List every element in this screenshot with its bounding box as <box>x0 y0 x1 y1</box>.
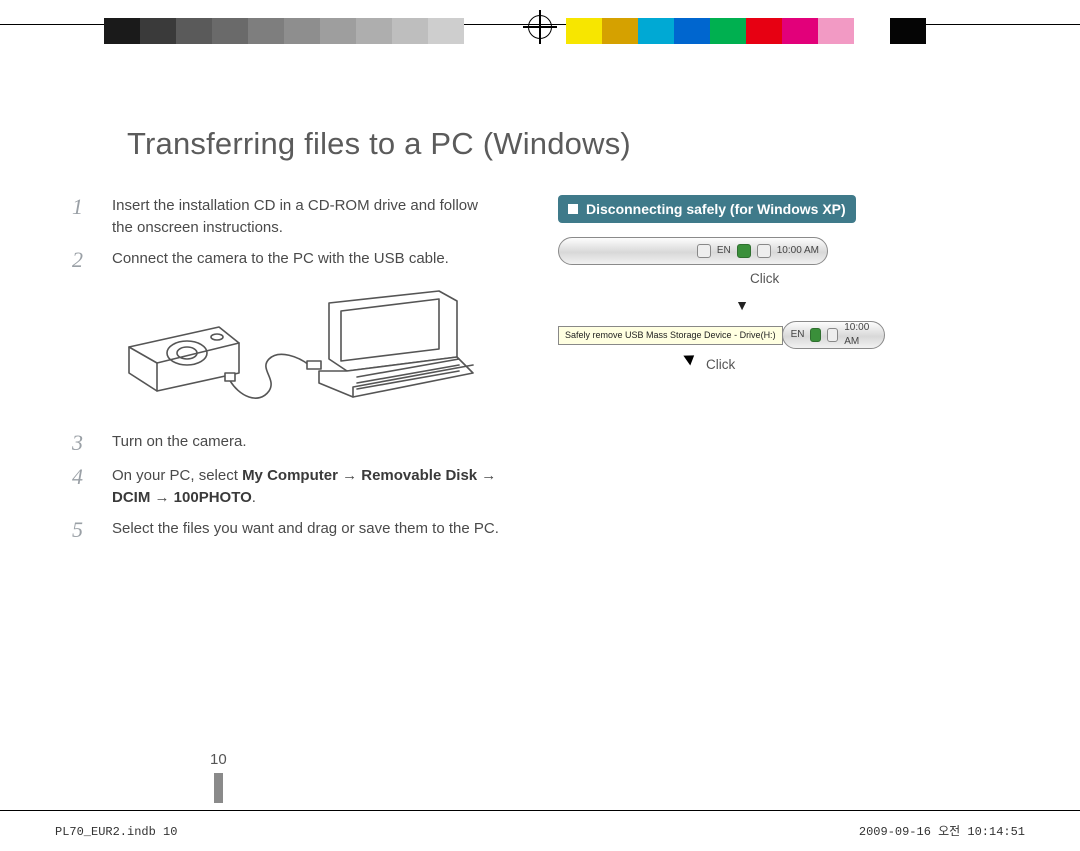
lang-chip <box>697 244 711 258</box>
manual-page: Transferring files to a PC (Windows) 1 I… <box>0 72 1080 851</box>
lang-label: EN <box>791 328 805 343</box>
step-text: Insert the installation CD in a CD-ROM d… <box>112 195 502 239</box>
safely-remove-icon <box>737 244 751 258</box>
taskbar: EN 10:00 AM <box>558 237 828 265</box>
arrow-icon: → <box>150 489 173 506</box>
color-swatches <box>566 18 926 44</box>
remove-tooltip: Safely remove USB Mass Storage Device - … <box>558 326 783 345</box>
step-2: 2 Connect the camera to the PC with the … <box>72 248 502 272</box>
step-1: 1 Insert the installation CD in a CD-ROM… <box>72 195 502 239</box>
disconnect-column: Disconnecting safely (for Windows XP) EN… <box>558 195 1008 553</box>
lang-label: EN <box>717 244 731 259</box>
systray-illustration-1: EN 10:00 AM Click ▼ Safely remove USB Ma… <box>558 237 828 374</box>
step-3: 3 Turn on the camera. <box>72 431 502 455</box>
path-my-computer: My Computer <box>242 467 338 484</box>
path-100photo: 100PHOTO <box>174 489 252 506</box>
path-dcim: DCIM <box>112 489 150 506</box>
clock: 10:00 AM <box>844 321 875 350</box>
tray-chip-icon <box>827 328 838 342</box>
print-footer: PL70_EUR2.indb 10 2009-09-16 오전 10:14:51 <box>0 824 1080 841</box>
footer-timestamp: 2009-09-16 오전 10:14:51 <box>859 824 1025 841</box>
page-number: 10 <box>210 749 227 771</box>
tray-chip-icon <box>757 244 771 258</box>
down-arrow-icon: ▼ <box>730 295 754 315</box>
camera-laptop-diagram <box>96 287 502 417</box>
path-removable-disk: Removable Disk <box>361 467 477 484</box>
step-4-suffix: . <box>252 489 256 506</box>
square-bullet-icon <box>568 204 578 214</box>
taskbar: EN 10:00 AM <box>782 321 885 349</box>
callout-text: Disconnecting safely (for Windows XP) <box>586 199 846 219</box>
instructions-column: 1 Insert the installation CD in a CD-ROM… <box>72 195 502 553</box>
step-number: 1 <box>72 195 112 219</box>
step-number: 5 <box>72 518 112 542</box>
step-number: 3 <box>72 431 112 455</box>
greyscale-swatches <box>104 18 534 44</box>
page-title: Transferring files to a PC (Windows) <box>127 122 1008 167</box>
step-number: 2 <box>72 248 112 272</box>
clock: 10:00 AM <box>777 244 819 259</box>
step-text: On your PC, select My Computer → Removab… <box>112 465 502 509</box>
step-5: 5 Select the files you want and drag or … <box>72 518 502 542</box>
systray-illustration-2: Safely remove USB Mass Storage Device - … <box>558 321 828 349</box>
safely-remove-icon <box>810 328 821 342</box>
step-4: 4 On your PC, select My Computer → Remov… <box>72 465 502 509</box>
callout-box: Disconnecting safely (for Windows XP) <box>558 195 856 223</box>
footer-file: PL70_EUR2.indb 10 <box>55 824 177 841</box>
page-number-bar <box>214 773 223 803</box>
step-text: Turn on the camera. <box>112 431 502 453</box>
footer-rule <box>0 810 1080 811</box>
step-text: Select the files you want and drag or sa… <box>112 518 502 540</box>
registration-mark-icon <box>523 10 557 44</box>
step-text: Connect the camera to the PC with the US… <box>112 248 502 270</box>
arrow-icon: → <box>477 467 496 484</box>
step-number: 4 <box>72 465 112 489</box>
click-label: Click <box>706 355 828 375</box>
arrow-icon: → <box>338 467 361 484</box>
step-4-prefix: On your PC, select <box>112 467 242 484</box>
click-label: Click <box>750 269 828 289</box>
print-registration-bar <box>0 0 1080 48</box>
